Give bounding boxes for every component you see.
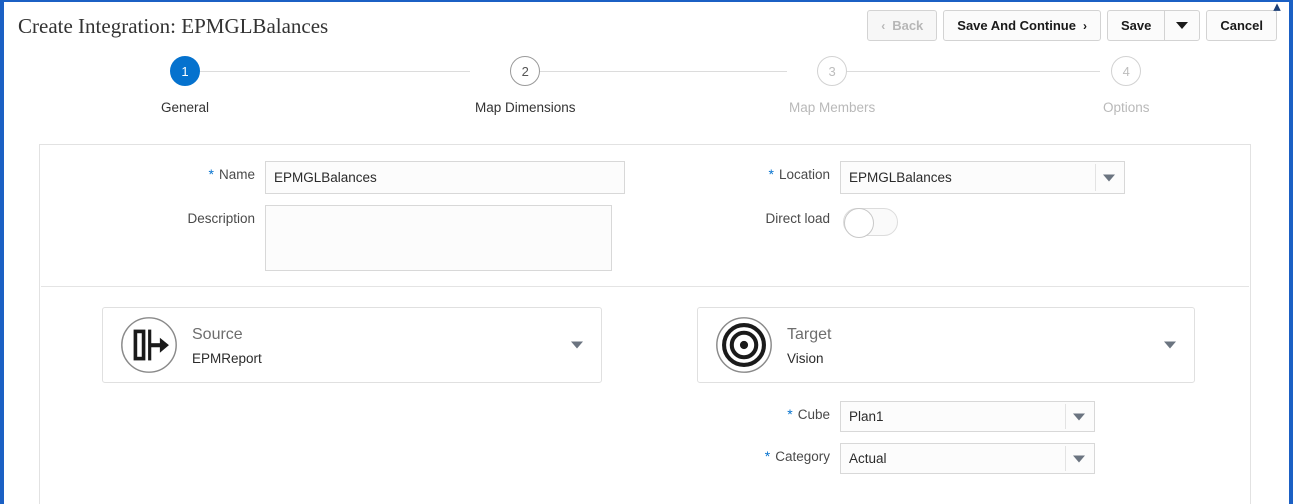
name-label: *Name xyxy=(150,161,255,182)
location-select[interactable] xyxy=(840,161,1125,194)
category-label: *Category xyxy=(725,443,830,464)
target-bullseye-icon xyxy=(715,316,773,374)
back-button-label: Back xyxy=(892,18,923,33)
stepper-step-general[interactable]: 1 General xyxy=(161,56,209,115)
stepper-step-options[interactable]: 4 Options xyxy=(1103,56,1150,115)
target-card[interactable]: Target Vision xyxy=(697,307,1195,383)
source-card[interactable]: Source EPMReport xyxy=(102,307,602,383)
location-select-input[interactable] xyxy=(840,161,1125,194)
step-number-3: 3 xyxy=(817,56,847,86)
save-and-continue-button[interactable]: Save And Continue › xyxy=(943,10,1101,41)
general-form-panel: *Name Description *Location Direct load xyxy=(39,144,1251,504)
field-location: *Location xyxy=(725,161,1125,194)
location-label: *Location xyxy=(725,161,830,182)
dialog-header: Create Integration: EPMGLBalances ‹ Back… xyxy=(4,2,1289,50)
section-divider xyxy=(41,286,1249,287)
direct-load-label: Direct load xyxy=(725,205,830,226)
source-card-title: Source xyxy=(192,325,262,345)
category-select-input[interactable] xyxy=(840,443,1095,474)
source-card-value: EPMReport xyxy=(192,351,262,366)
back-button[interactable]: ‹ Back xyxy=(867,10,937,41)
field-direct-load: Direct load xyxy=(725,205,898,236)
cube-select[interactable] xyxy=(840,401,1095,432)
direct-load-toggle[interactable] xyxy=(843,208,898,236)
step-label-map-members: Map Members xyxy=(789,100,875,115)
stepper-step-map-members[interactable]: 3 Map Members xyxy=(789,56,875,115)
step-number-4: 4 xyxy=(1111,56,1141,86)
chevron-left-icon: ‹ xyxy=(881,20,885,32)
caret-down-icon xyxy=(1176,22,1188,29)
cube-select-input[interactable] xyxy=(840,401,1095,432)
required-marker-cube: * xyxy=(787,406,792,422)
step-label-general: General xyxy=(161,100,209,115)
stepper-connector-1 xyxy=(200,71,470,72)
save-and-continue-label: Save And Continue xyxy=(957,18,1076,33)
collapse-icon[interactable]: ▴ xyxy=(1267,0,1287,16)
category-select[interactable] xyxy=(840,443,1095,474)
save-split-button: Save xyxy=(1107,10,1200,41)
description-label: Description xyxy=(150,205,255,226)
step-number-1: 1 xyxy=(170,56,200,86)
save-button-label: Save xyxy=(1121,18,1151,33)
required-marker-name: * xyxy=(209,166,214,182)
target-card-text: Target Vision xyxy=(787,325,831,366)
stepper-step-map-dimensions[interactable]: 2 Map Dimensions xyxy=(475,56,576,115)
toggle-knob xyxy=(844,208,874,238)
step-label-map-dimensions: Map Dimensions xyxy=(475,100,576,115)
name-input[interactable] xyxy=(265,161,625,194)
target-card-value: Vision xyxy=(787,351,831,366)
step-label-options: Options xyxy=(1103,100,1150,115)
wizard-stepper: 1 General 2 Map Dimensions 3 Map Members… xyxy=(4,56,1289,140)
required-marker-category: * xyxy=(765,448,770,464)
field-category: *Category xyxy=(725,443,1095,474)
cube-select-divider xyxy=(1065,404,1066,429)
step-number-2: 2 xyxy=(510,56,540,86)
page-title: Create Integration: EPMGLBalances xyxy=(18,14,328,39)
create-integration-dialog: Create Integration: EPMGLBalances ‹ Back… xyxy=(0,0,1293,504)
save-menu-button[interactable] xyxy=(1164,10,1200,41)
dialog-toolbar: ‹ Back Save And Continue › Save Cancel xyxy=(867,10,1277,41)
cancel-button-label: Cancel xyxy=(1220,18,1263,33)
description-textarea[interactable] xyxy=(265,205,612,271)
target-card-title: Target xyxy=(787,325,831,345)
location-select-divider xyxy=(1095,164,1096,191)
caret-down-icon xyxy=(571,342,583,349)
chevron-right-icon: › xyxy=(1083,20,1087,32)
required-marker-location: * xyxy=(769,166,774,182)
source-export-icon xyxy=(120,316,178,374)
category-select-divider xyxy=(1065,446,1066,471)
source-card-text: Source EPMReport xyxy=(192,325,262,366)
caret-down-icon xyxy=(1164,342,1176,349)
field-name: *Name xyxy=(150,161,625,194)
save-button[interactable]: Save xyxy=(1107,10,1164,41)
field-cube: *Cube xyxy=(725,401,1095,432)
field-description: Description xyxy=(150,205,612,271)
cube-label: *Cube xyxy=(725,401,830,422)
